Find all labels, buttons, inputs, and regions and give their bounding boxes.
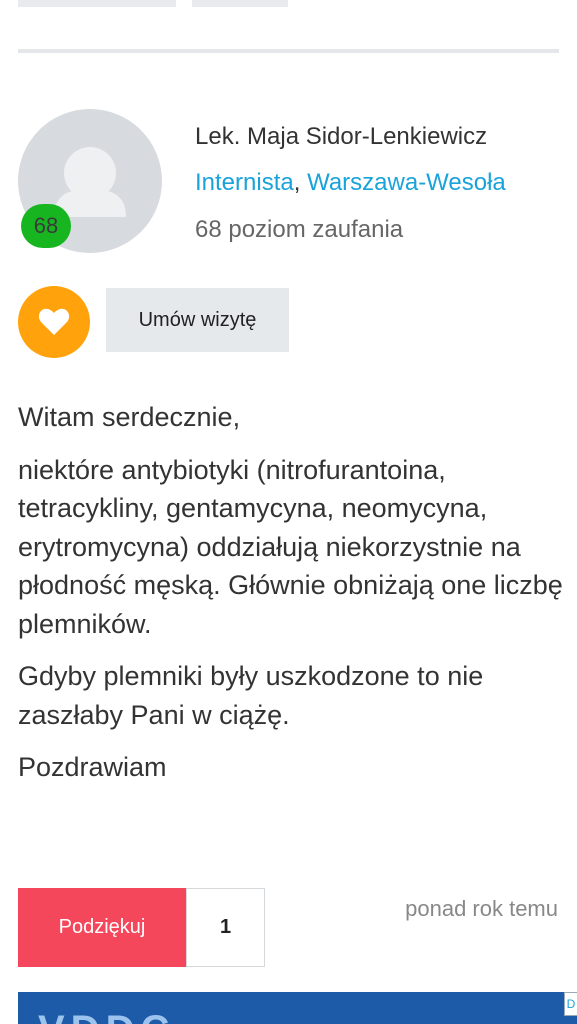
answer-paragraph: Witam serdecznie, [18,402,241,432]
location-link[interactable]: Warszawa-Wesoła [307,169,506,196]
heart-icon [38,308,70,335]
favorite-button[interactable] [18,286,90,358]
top-action-stub-left[interactable] [18,0,176,7]
answer-paragraph: Gdyby plemniki były uszkodzone to nie za… [18,661,484,730]
answer-paragraph: Pozdrawiam [18,752,167,782]
ad-text: VDDC [38,1010,175,1024]
thanks-button[interactable]: Podziękuj [18,888,186,967]
thanks-count: 1 [186,888,265,967]
section-divider [18,49,559,53]
doctor-name[interactable]: Lek. Maja Sidor-Lenkiewicz [195,123,487,151]
answer-timestamp: ponad rok temu [405,896,558,921]
answer-body: Witam serdecznie, niektóre antybiotyki (… [18,398,563,787]
doctor-specialty-line: Internista, Warszawa-Wesoła [195,169,506,197]
book-visit-button[interactable]: Umów wizytę [106,288,289,352]
ad-banner[interactable]: VDDC D [18,992,577,1024]
separator: , [293,169,301,196]
answer-paragraph: niektóre antybiotyki (nitrofurantoina, t… [18,454,563,639]
top-action-stub-right[interactable] [192,0,288,7]
specialty-link[interactable]: Internista [195,169,294,196]
trust-level-text: 68 poziom zaufania [195,216,404,243]
ad-choices-icon[interactable]: D [564,992,577,1016]
trust-score-badge: 68 [21,204,71,248]
